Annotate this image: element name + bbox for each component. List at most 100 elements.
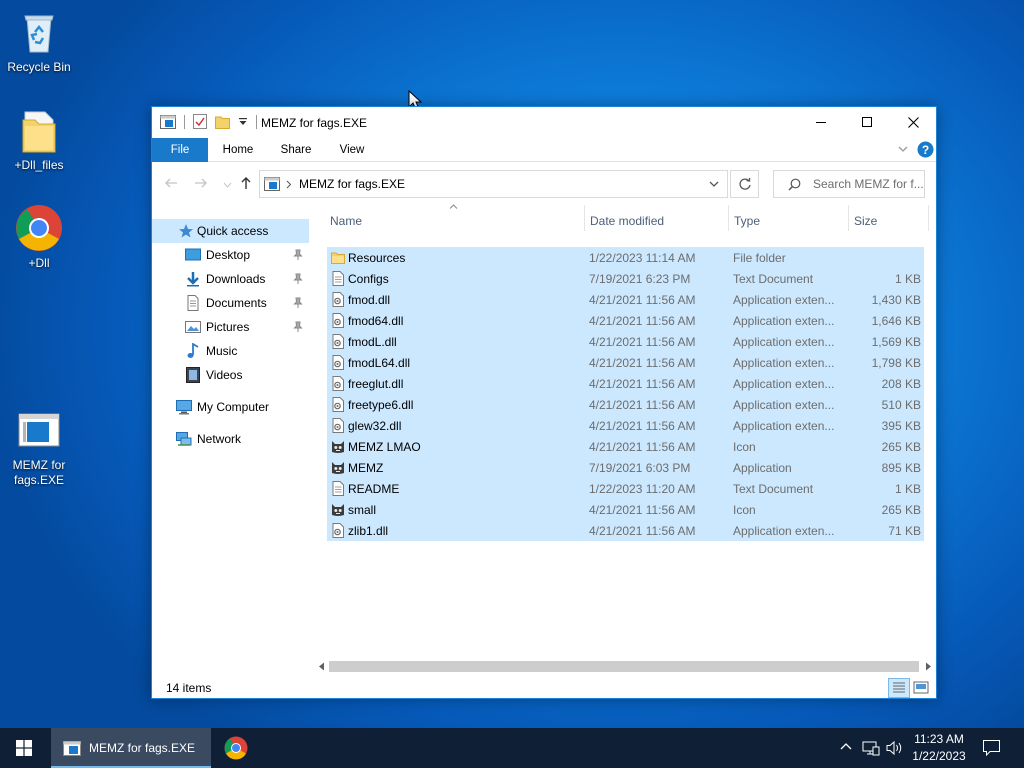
file-row[interactable]: README 1/22/2023 11:20 AM Text Document 1 K…: [327, 478, 924, 499]
forward-arrow-icon[interactable]: [194, 176, 208, 190]
file-row[interactable]: fmod.dll 4/21/2021 11:56 AM Application ex…: [327, 289, 924, 310]
file-row[interactable]: freeglut.dll 4/21/2021 11:56 AM Applicatio…: [327, 373, 924, 394]
nav-item-pictures[interactable]: Pictures: [185, 315, 309, 339]
tab-home[interactable]: Home: [214, 138, 262, 162]
file-name: fmodL64.dll: [348, 356, 411, 370]
nav-label: Videos: [206, 368, 243, 382]
pin-icon[interactable]: [293, 297, 303, 309]
properties-icon[interactable]: [193, 114, 207, 129]
pin-icon[interactable]: [293, 273, 303, 285]
file-date-modified: 7/19/2021 6:03 PM: [589, 461, 691, 475]
desktop-icon-dll-files[interactable]: +Dll_files: [1, 106, 77, 173]
nav-label: My Computer: [197, 400, 270, 414]
column-separator[interactable]: [728, 205, 729, 231]
file-name: fmodL.dll: [348, 335, 397, 349]
scrollbar-thumb[interactable]: [329, 661, 919, 672]
nav-item-quick-access[interactable]: Quick access: [152, 219, 309, 243]
nav-item-my-computer[interactable]: My Computer: [176, 395, 309, 419]
nav-item-network[interactable]: Network: [176, 427, 309, 451]
scroll-left-icon[interactable]: [318, 662, 325, 671]
scroll-right-icon[interactable]: [925, 662, 932, 671]
clock-time[interactable]: 11:23 AM: [906, 732, 972, 746]
large-icons-view-icon[interactable]: [913, 680, 929, 696]
new-folder-icon[interactable]: [215, 115, 230, 129]
toolbar-separator: [184, 114, 185, 129]
file-row[interactable]: small 4/21/2021 11:56 AM Icon 265 KB: [327, 499, 924, 520]
column-header-date-modified[interactable]: Date modified: [590, 214, 664, 228]
details-view-icon[interactable]: [888, 678, 910, 698]
file-size: 510 KB: [881, 398, 921, 412]
file-row[interactable]: MEMZ LMAO 4/21/2021 11:56 AM Icon 265 KB: [327, 436, 924, 457]
title-bar[interactable]: MEMZ for fags.EXE: [152, 107, 936, 138]
up-arrow-icon[interactable]: [239, 176, 253, 190]
customize-toolbar-icon[interactable]: [238, 117, 248, 127]
file-row[interactable]: MEMZ 7/19/2021 6:03 PM Application 895 KB: [327, 457, 924, 478]
nav-label: Desktop: [206, 248, 251, 262]
navigation-bar: MEMZ for fags.EXE Search MEMZ for f...: [152, 162, 936, 202]
file-date-modified: 4/21/2021 11:56 AM: [589, 356, 696, 370]
nav-label: Music: [206, 344, 238, 358]
nav-item-documents[interactable]: Documents: [185, 291, 309, 315]
windows-start-icon[interactable]: [16, 740, 32, 756]
file-size: 1 KB: [894, 482, 921, 496]
file-row[interactable]: fmod64.dll 4/21/2021 11:56 AM Application …: [327, 310, 924, 331]
application-icon: [63, 741, 81, 756]
file-type: File folder: [733, 251, 786, 265]
chrome-icon[interactable]: [224, 736, 248, 760]
file-date-modified: 4/21/2021 11:56 AM: [589, 524, 696, 538]
tab-share[interactable]: Share: [272, 138, 320, 162]
address-bar[interactable]: MEMZ for fags.EXE: [259, 170, 728, 198]
nav-item-downloads[interactable]: Downloads: [185, 267, 309, 291]
nav-item-music[interactable]: Music: [185, 339, 309, 363]
desktop-icon-memz[interactable]: MEMZ for fags.EXE: [1, 406, 77, 488]
navigation-pane: Quick access Desktop Downloads Documents…: [152, 202, 314, 674]
file-type: Icon: [733, 503, 756, 517]
file-row[interactable]: glew32.dll 4/21/2021 11:56 AM Application …: [327, 415, 924, 436]
help-icon[interactable]: ?: [917, 141, 934, 158]
nav-item-desktop[interactable]: Desktop: [185, 243, 309, 267]
breadcrumb-separator-icon[interactable]: [286, 180, 292, 189]
expand-ribbon-icon[interactable]: [898, 146, 908, 153]
breadcrumb-current-folder[interactable]: MEMZ for fags.EXE: [299, 177, 405, 191]
file-row[interactable]: Configs 7/19/2021 6:23 PM Text Document 1 K…: [327, 268, 924, 289]
file-size: 208 KB: [881, 377, 921, 391]
column-separator[interactable]: [928, 205, 929, 231]
file-row[interactable]: fmodL64.dll 4/21/2021 11:56 AM Application…: [327, 352, 924, 373]
column-header-name[interactable]: Name: [330, 214, 362, 228]
horizontal-scrollbar[interactable]: [317, 658, 937, 675]
file-row[interactable]: fmodL.dll 4/21/2021 11:56 AM Application e…: [327, 331, 924, 352]
minimize-button[interactable]: [798, 107, 844, 137]
volume-icon[interactable]: [886, 740, 904, 756]
search-box[interactable]: Search MEMZ for f...: [773, 170, 925, 198]
file-row[interactable]: Resources 1/22/2023 11:14 AM File folder: [327, 247, 924, 268]
file-type: Application exten...: [733, 356, 835, 370]
pin-icon[interactable]: [293, 249, 303, 261]
notifications-icon[interactable]: [983, 740, 1000, 756]
taskbar-button-explorer[interactable]: MEMZ for fags.EXE: [51, 728, 211, 768]
file-row[interactable]: zlib1.dll 4/21/2021 11:56 AM Application e…: [327, 520, 924, 541]
desktop-icon-dll-chrome[interactable]: +Dll: [1, 204, 77, 271]
close-button[interactable]: [890, 107, 936, 137]
recent-locations-icon[interactable]: [223, 182, 232, 188]
nav-label: Quick access: [197, 224, 269, 238]
clock-date[interactable]: 1/22/2023: [906, 749, 972, 763]
desktop-icon-recycle-bin[interactable]: Recycle Bin: [1, 8, 77, 75]
show-hidden-icons-chevron-icon[interactable]: [840, 742, 852, 750]
file-explorer-window: MEMZ for fags.EXE File Home Share View ?…: [151, 106, 937, 699]
column-separator[interactable]: [584, 205, 585, 231]
network-tray-icon[interactable]: [862, 740, 880, 756]
address-history-icon[interactable]: [709, 181, 719, 188]
column-separator[interactable]: [848, 205, 849, 231]
refresh-button[interactable]: [730, 170, 759, 198]
tab-file[interactable]: File: [152, 138, 208, 162]
pin-icon[interactable]: [293, 321, 303, 333]
file-date-modified: 4/21/2021 11:56 AM: [589, 398, 696, 412]
column-header-size[interactable]: Size: [854, 214, 877, 228]
file-row[interactable]: freetype6.dll 4/21/2021 11:56 AM Applicati…: [327, 394, 924, 415]
back-arrow-icon[interactable]: [164, 176, 178, 190]
tab-view[interactable]: View: [328, 138, 376, 162]
column-header-type[interactable]: Type: [734, 214, 760, 228]
file-type: Text Document: [733, 272, 814, 286]
nav-item-videos[interactable]: Videos: [185, 363, 309, 387]
maximize-button[interactable]: [844, 107, 890, 137]
